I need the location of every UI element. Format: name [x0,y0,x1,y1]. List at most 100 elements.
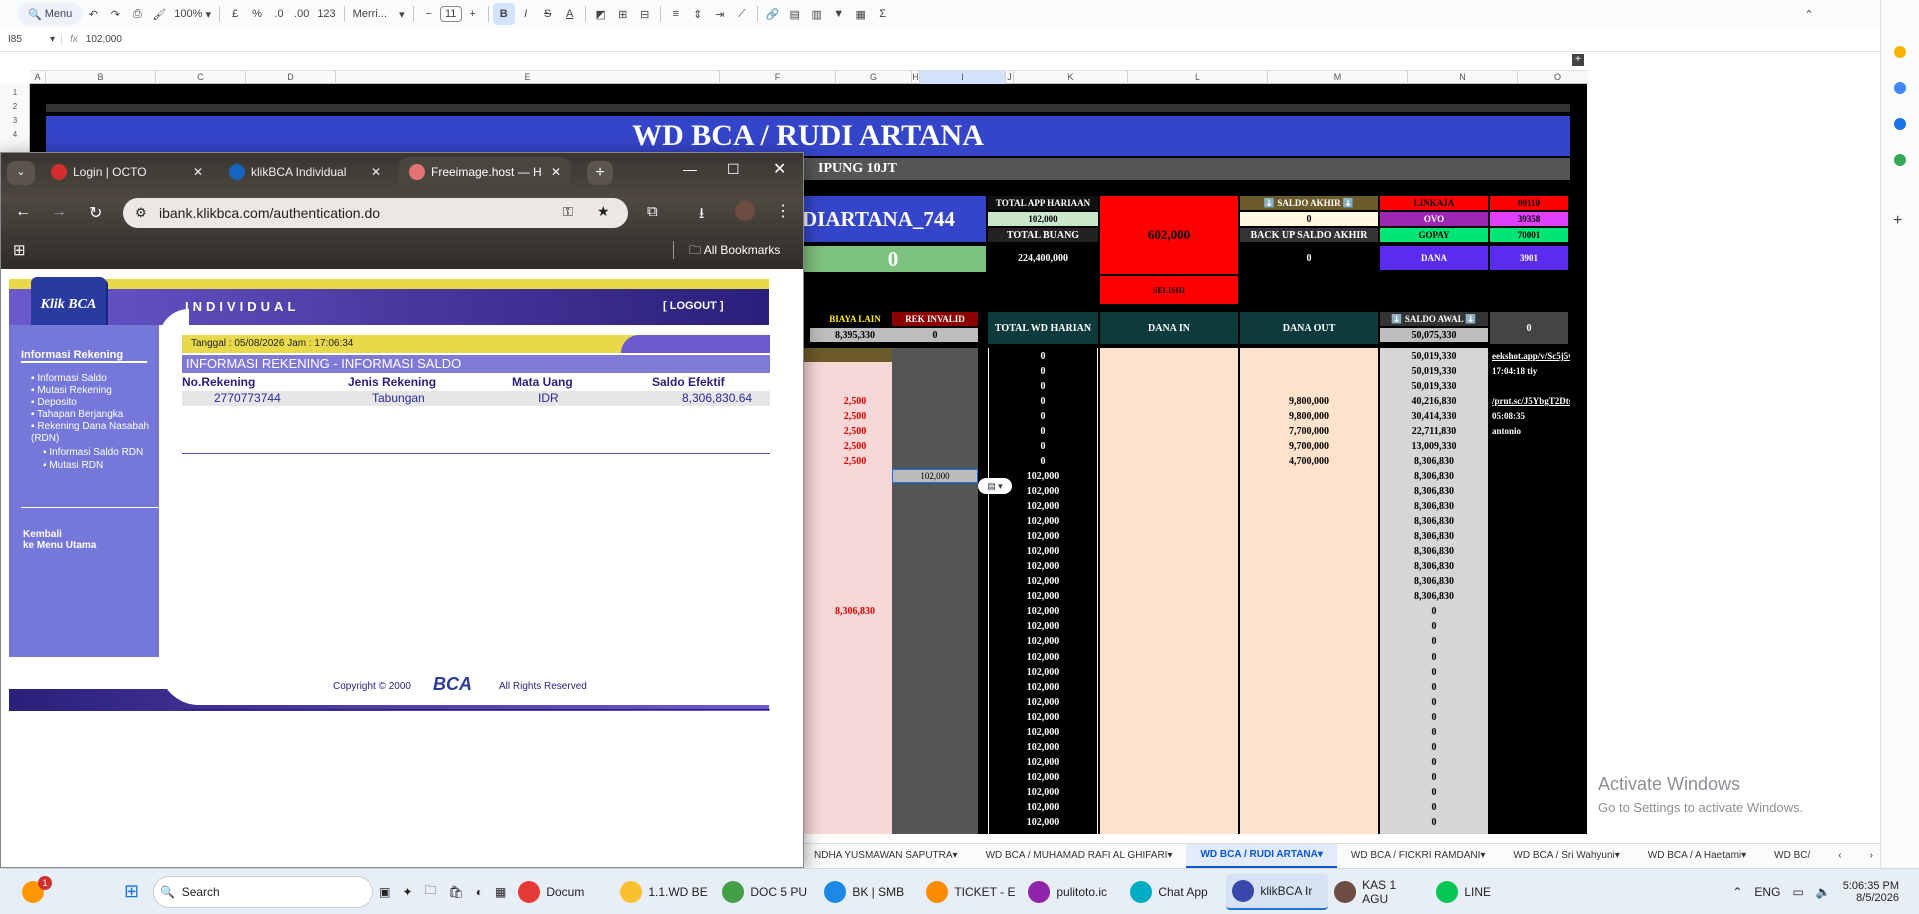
font-size-increase[interactable]: + [462,3,484,25]
paint-format-icon[interactable]: 🖌 [148,3,170,25]
chevron-down-icon[interactable]: ▾ [1741,850,1746,861]
valign-icon[interactable]: ⇕ [687,3,709,25]
paste-options-button[interactable]: ▤ ▾ [978,478,1012,495]
all-bookmarks-button[interactable]: 🗀 All Bookmarks [689,241,780,262]
maps-icon[interactable] [1894,154,1906,166]
column-header[interactable]: F [720,71,836,85]
store-icon[interactable]: 🛍 [443,874,470,910]
taskbar-app[interactable]: BK | SMB [818,874,920,910]
taskbar-app[interactable]: DOC 5 PU [716,874,818,910]
align-icon[interactable]: ≡ [665,3,687,25]
rotate-icon[interactable]: ⟋ [731,3,753,25]
taskbar-app[interactable]: pulitoto.ic [1022,874,1124,910]
tab-login-octo[interactable]: Login | OCTO ✕ [41,157,213,187]
column-header[interactable]: A [30,71,46,85]
borders-icon[interactable]: ⊞ [612,3,634,25]
maximize-icon[interactable]: ☐ [727,161,740,178]
close-window-icon[interactable]: ✕ [773,159,786,179]
address-bar[interactable]: ⚙ ibank.klikbca.com/authentication.do ⚿ … [123,198,628,228]
tab-search-icon[interactable]: ⌄ [7,161,35,185]
row-header[interactable]: 1 [0,88,30,97]
sheet-tab[interactable]: WD BCA / MUHAMAD RAFI AL GHIFARI ▾ [972,844,1187,868]
edge-icon[interactable]: ◐ [470,874,489,910]
file-explorer-icon[interactable]: 🗀 [419,874,443,910]
italic-button[interactable]: I [515,3,537,25]
back-icon[interactable]: ← [15,203,31,221]
print-icon[interactable]: ⎙ [126,3,148,25]
contacts-icon[interactable] [1894,118,1906,130]
reload-icon[interactable]: ↻ [89,203,102,223]
zoom-select[interactable]: 100% ▾ [170,3,215,25]
sheet-tab[interactable]: NDHA YUSMAWAN SAPUTRA ▾ [800,844,972,868]
tab-klikbca[interactable]: klikBCA Individual ✕ [219,157,391,187]
column-header[interactable]: O [1518,71,1598,85]
taskbar-app[interactable]: TICKET - E [920,874,1022,910]
tray-chevron-icon[interactable]: ⌃ [1726,874,1748,910]
filter-icon[interactable]: ▼ [828,3,850,25]
profile-icon[interactable] [735,201,755,221]
filter-views-icon[interactable]: ▦ [850,3,872,25]
taskbar-app[interactable]: KAS 1 AGU [1328,874,1430,910]
functions-button[interactable]: Σ [872,3,894,25]
undo-icon[interactable]: ↶ [82,3,104,25]
menu-item[interactable]: ▪ Tahapan Berjangka [31,409,161,421]
comment-icon[interactable]: ▤ [784,3,806,25]
apps-icon[interactable]: ⊞ [13,241,26,259]
percent-button[interactable]: % [246,3,268,25]
copilot-icon[interactable]: ✦ [396,874,418,910]
chevron-down-icon[interactable]: ▾ [1318,849,1323,860]
menu-item[interactable]: ▪ Mutasi Rekening [31,385,161,397]
tasks-icon[interactable] [1894,82,1906,94]
sheet-tab[interactable]: WD BC/ [1760,844,1824,868]
close-icon[interactable]: ✕ [193,165,203,179]
formula-input[interactable]: 102,000 [86,34,122,45]
sheet-tab[interactable]: WD BCA / A Haetami ▾ [1634,844,1760,868]
taskbar-app[interactable]: Docum [512,874,614,910]
add-icon[interactable]: + [1572,54,1584,66]
key-icon[interactable]: ⚿ [563,204,573,220]
row-header[interactable]: 2 [0,102,30,111]
scroll-left-icon[interactable]: ‹ [1824,844,1855,868]
number-format-button[interactable]: 123 [313,3,339,25]
text-color-icon[interactable]: A [559,3,581,25]
font-size-decrease[interactable]: − [418,3,440,25]
chevron-down-icon[interactable]: ▾ [1615,850,1620,861]
font-size-input[interactable]: 11 [439,6,462,22]
site-info-icon[interactable]: ⚙ [135,205,147,221]
taskbar-app[interactable]: 1.1.WD BE [614,874,716,910]
forward-icon[interactable]: → [51,203,67,221]
menu-item[interactable]: ▪ Informasi Saldo [31,373,161,385]
decrease-decimal-button[interactable]: .0 [268,3,290,25]
merge-icon[interactable]: ⊟ [634,3,656,25]
chevron-down-icon[interactable]: ▾ [1480,850,1485,861]
extensions-icon[interactable]: ⧉ [647,203,658,220]
menu-search-button[interactable]: 🔍 Menu [18,3,83,25]
fill-color-icon[interactable]: ◩ [590,3,612,25]
column-header[interactable]: E [336,71,720,85]
taskbar-search[interactable]: 🔍 Search [153,875,374,908]
column-header[interactable]: B [46,71,156,85]
sheet-tab[interactable]: WD BCA / Sri Wahyuni ▾ [1499,844,1633,868]
column-header[interactable]: I [920,71,1006,85]
bold-button[interactable]: B [492,3,515,25]
chevron-down-icon[interactable]: ▾ [1167,850,1172,861]
back-link[interactable]: Kembali ke Menu Utama [23,529,96,551]
calculator-icon[interactable]: ▦ [489,874,512,910]
volume-icon[interactable]: 🔈 [1810,874,1837,910]
menu-item[interactable]: ▪ Deposito [31,397,161,409]
column-header[interactable]: L [1128,71,1268,85]
font-select[interactable]: Merri... ▾ [349,3,409,25]
tab-freeimage[interactable]: Freeimage.host — H ✕ [399,157,571,187]
taskbar-app[interactable]: LINE [1430,874,1532,910]
chevron-down-icon[interactable]: ▾ [953,850,958,861]
chart-icon[interactable]: ▥ [806,3,828,25]
close-icon[interactable]: ✕ [551,165,561,179]
redo-icon[interactable]: ↷ [104,3,126,25]
column-header[interactable]: D [246,71,336,85]
column-header[interactable]: K [1014,71,1128,85]
clock[interactable]: 5:06:35 PM 8/5/2026 [1837,874,1905,910]
collapse-toolbar-icon[interactable]: ⌃ [1798,3,1820,25]
selected-cell[interactable]: 102,000 [892,469,978,484]
currency-button[interactable]: £ [224,3,246,25]
weather-widget[interactable]: 1 [16,874,56,910]
